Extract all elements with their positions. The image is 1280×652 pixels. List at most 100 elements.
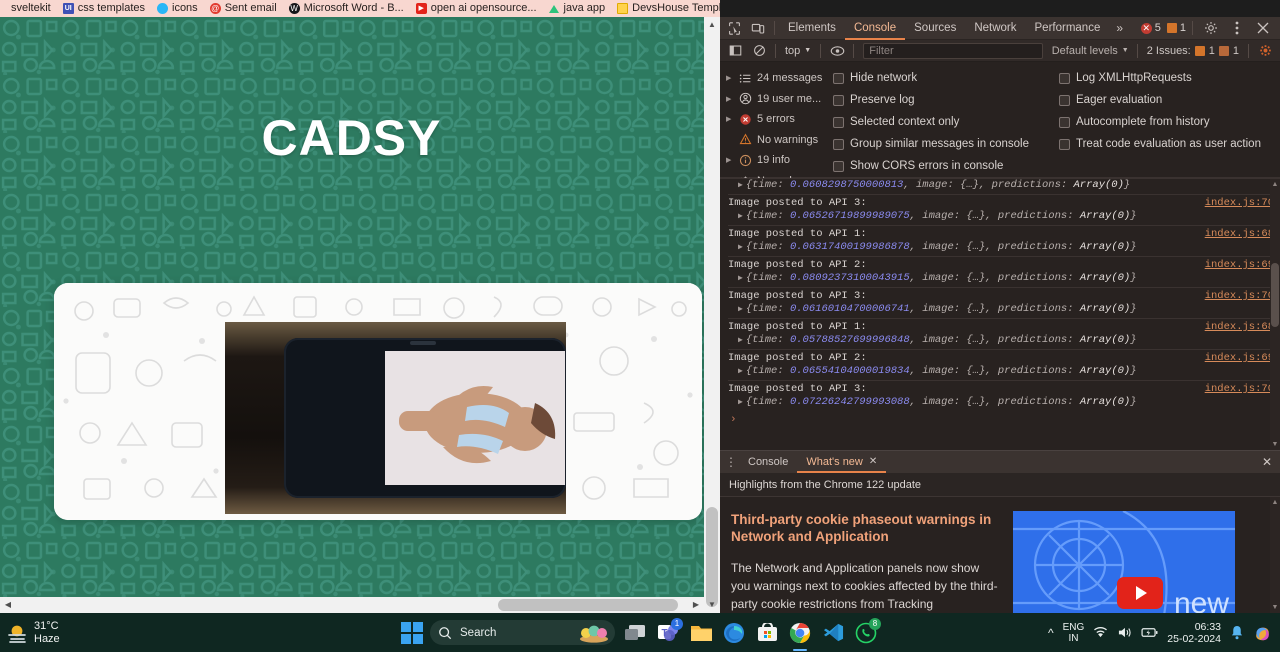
console-log-object-4[interactable]: ▶ {time: 0.06160104700006741, image: {…},…	[728, 303, 1280, 318]
log-source-link[interactable]: index.js:69	[1205, 259, 1274, 271]
scroll-down-icon[interactable]: ▼	[704, 597, 720, 613]
checkbox[interactable]	[1059, 72, 1070, 84]
more-tabs-button[interactable]: »	[1109, 21, 1130, 35]
whats-new-article-title[interactable]: Third-party cookie phaseout warnings in …	[731, 511, 999, 545]
console-setting-right-option-0[interactable]: Log XMLHttpRequests	[1059, 67, 1280, 89]
checkbox[interactable]	[1059, 116, 1070, 128]
log-source-link[interactable]: index.js:68	[1205, 228, 1274, 240]
device-toolbar-icon[interactable]	[746, 17, 770, 39]
console-setting-left-option-0[interactable]: Hide network	[833, 67, 1054, 89]
expand-triangle-icon[interactable]: ▶	[726, 115, 734, 123]
console-scroll-thumb[interactable]	[1271, 263, 1279, 327]
page-horizontal-scrollbar[interactable]: ◀ ▶	[0, 597, 704, 613]
expand-triangle-icon[interactable]: ▶	[726, 95, 734, 103]
log-levels-dropdown[interactable]: Default levels ▼	[1048, 45, 1133, 57]
expand-triangle-icon[interactable]: ▶	[726, 74, 734, 82]
console-sidebar-item-4[interactable]: ▶ 19 info	[726, 150, 828, 171]
close-icon[interactable]	[1251, 17, 1275, 39]
gear-icon[interactable]	[1199, 17, 1223, 39]
expand-object-icon[interactable]: ▶	[738, 181, 743, 190]
expand-object-icon[interactable]: ▶	[738, 243, 743, 252]
console-setting-right-option-3[interactable]: Treat code evaluation as user action	[1059, 133, 1280, 155]
drawer-close-icon[interactable]: ✕	[1262, 455, 1277, 469]
live-expression-icon[interactable]	[825, 40, 849, 62]
expand-object-icon[interactable]: ▶	[738, 398, 743, 407]
whats-new-video-thumbnail[interactable]: new	[1013, 511, 1235, 613]
inspect-element-icon[interactable]	[722, 17, 746, 39]
scroll-up-icon[interactable]: ▲	[704, 17, 720, 33]
bookmark-item-4[interactable]: W Microsoft Word - B...	[284, 0, 411, 17]
tab-network[interactable]: Network	[965, 17, 1025, 40]
warning-count-badge[interactable]: 1	[1166, 22, 1186, 34]
console-log-object-2[interactable]: ▶ {time: 0.06317400199986878, image: {…},…	[728, 241, 1280, 256]
console-setting-left-option-3[interactable]: Group similar messages in console	[833, 133, 1054, 155]
bookmark-item-6[interactable]: java app	[544, 0, 613, 17]
tab-sources[interactable]: Sources	[905, 17, 965, 40]
edge-icon[interactable]	[721, 620, 747, 646]
scroll-thumb-vertical[interactable]	[706, 507, 718, 607]
log-source-link[interactable]: index.js:68	[1205, 321, 1274, 333]
expand-object-icon[interactable]: ▶	[738, 336, 743, 345]
console-setting-left-option-4[interactable]: Show CORS errors in console	[833, 155, 1054, 177]
teams-icon[interactable]: T 1	[655, 617, 683, 646]
console-log-object-7[interactable]: ▶ {time: 0.07226242799993088, image: {…},…	[728, 396, 1280, 411]
console-setting-right-option-1[interactable]: Eager evaluation	[1059, 89, 1280, 111]
live-video-feed[interactable]	[225, 322, 566, 514]
expand-object-icon[interactable]: ▶	[738, 305, 743, 314]
whatsapp-icon[interactable]: 8	[853, 617, 881, 646]
search-input[interactable]: Search	[430, 620, 615, 645]
console-sidebar-item-3[interactable]: No warnings	[726, 130, 828, 151]
console-setting-left-option-1[interactable]: Preserve log	[833, 89, 1054, 111]
console-scroll-up-icon[interactable]: ▲	[1271, 181, 1279, 188]
issues-summary[interactable]: 2 Issues: 1 1	[1142, 45, 1244, 57]
vscode-icon[interactable]	[820, 620, 846, 646]
clear-console-icon[interactable]	[747, 40, 771, 62]
bookmark-item-1[interactable]: UI css templates	[58, 0, 152, 17]
bookmark-item-0[interactable]: sveltekit	[6, 0, 58, 17]
error-count-badge[interactable]: ✕ 5	[1140, 22, 1161, 34]
console-setting-right-option-2[interactable]: Autocomplete from history	[1059, 111, 1280, 133]
console-log-object-1[interactable]: ▶ {time: 0.06526719899989075, image: {…},…	[728, 210, 1280, 225]
scroll-left-icon[interactable]: ◀	[0, 597, 16, 613]
checkbox[interactable]	[833, 94, 844, 106]
console-scrollbar[interactable]: ▲ ▼	[1270, 179, 1280, 450]
page-vertical-scrollbar[interactable]: ▲ ▼	[704, 17, 720, 613]
checkbox[interactable]	[833, 116, 844, 128]
console-sidebar-item-0[interactable]: ▶ 24 messages	[726, 68, 828, 89]
console-log-object-6[interactable]: ▶ {time: 0.06554104000019834, image: {…},…	[728, 365, 1280, 380]
expand-triangle-icon[interactable]: ▶	[726, 156, 734, 164]
log-source-link[interactable]: index.js:70	[1205, 383, 1274, 395]
bookmark-item-3[interactable]: @ Sent email	[205, 0, 284, 17]
close-icon[interactable]: ✕	[869, 451, 877, 473]
drawer-more-icon[interactable]: ⋮	[723, 455, 739, 469]
file-explorer-icon[interactable]	[688, 620, 714, 646]
whats-new-scrollbar[interactable]: ▲ ▼	[1270, 497, 1280, 613]
filter-input[interactable]: Filter	[863, 42, 1043, 59]
checkbox[interactable]	[1059, 94, 1070, 106]
expand-object-icon[interactable]: ▶	[738, 274, 743, 283]
console-setting-left-option-2[interactable]: Selected context only	[833, 111, 1054, 133]
log-source-link[interactable]: index.js:70	[1205, 197, 1274, 209]
console-log-object-5[interactable]: ▶ {time: 0.05788527699996848, image: {…},…	[728, 334, 1280, 349]
checkbox[interactable]	[833, 160, 844, 172]
console-log-object-3[interactable]: ▶ {time: 0.08092373100043915, image: {…},…	[728, 272, 1280, 287]
expand-object-icon[interactable]: ▶	[738, 367, 743, 376]
context-selector[interactable]: top ▼	[780, 45, 816, 57]
more-vertical-icon[interactable]	[1225, 17, 1249, 39]
console-scroll-down-icon[interactable]: ▼	[1271, 441, 1279, 448]
task-view-icon[interactable]	[622, 620, 648, 646]
drawer-tab-what-s-new[interactable]: What's new ✕	[797, 451, 886, 473]
bookmark-item-5[interactable]: ▶ open ai opensource...	[411, 0, 544, 17]
console-log-object-0[interactable]: ▶ {time: 0.0608298750000813, image: {…}, …	[728, 179, 1280, 194]
bookmark-item-2[interactable]: icons	[152, 0, 205, 17]
microsoft-store-icon[interactable]	[754, 620, 780, 646]
console-log-area[interactable]: ▶ {time: 0.0608298750000813, image: {…}, …	[720, 178, 1280, 450]
scroll-thumb-horizontal[interactable]	[498, 599, 678, 611]
log-source-link[interactable]: index.js:69	[1205, 352, 1274, 364]
tab-console[interactable]: Console	[845, 17, 905, 40]
whatsnew-scroll-up-icon[interactable]: ▲	[1271, 499, 1279, 506]
console-prompt[interactable]: ›	[720, 411, 1280, 429]
sidebar-icon[interactable]	[723, 40, 747, 62]
console-sidebar-item-2[interactable]: ▶ 5 errors	[726, 109, 828, 130]
tab-performance[interactable]: Performance	[1026, 17, 1110, 40]
